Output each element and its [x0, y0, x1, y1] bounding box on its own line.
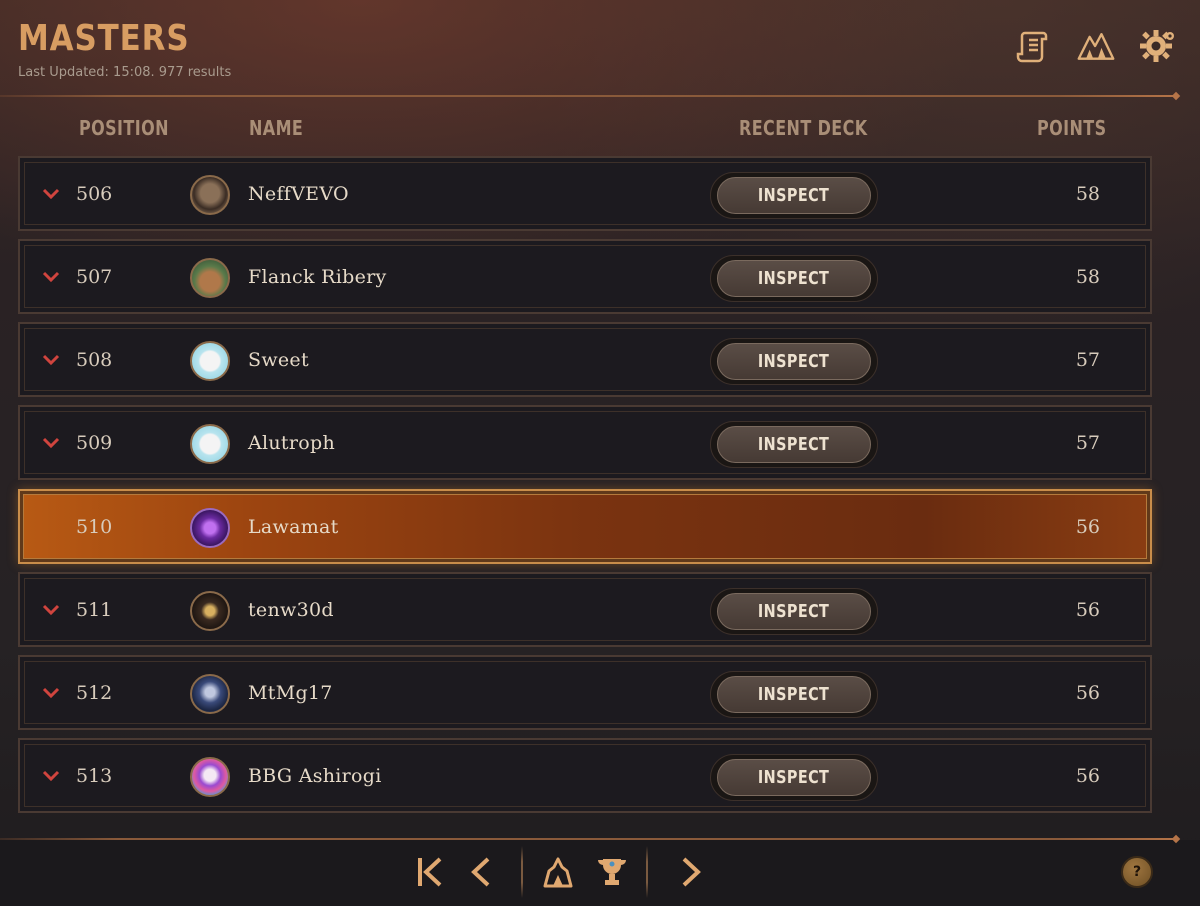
column-header-points: POINTS [1037, 116, 1107, 140]
inspect-label: INSPECT [758, 268, 830, 289]
row-points: 57 [1075, 349, 1100, 371]
inspect-deck-button[interactable]: INSPECT [710, 754, 878, 801]
inspect-deck-button[interactable]: INSPECT [710, 338, 878, 385]
avatar [190, 591, 230, 631]
leaderboard-row[interactable]: 511 tenw30d INSPECT 56 [18, 572, 1152, 647]
rank-down-icon [42, 188, 60, 200]
header-divider [0, 95, 1176, 97]
row-position: 512 [76, 682, 113, 704]
row-position: 511 [76, 599, 113, 621]
inspect-label: INSPECT [758, 767, 830, 788]
leaderboard-row[interactable]: 508 Sweet INSPECT 57 [18, 322, 1152, 397]
player-name: Lawamat [248, 516, 339, 538]
leaderboard-row[interactable]: 507 Flanck Ribery INSPECT 58 [18, 239, 1152, 314]
inspect-label: INSPECT [758, 601, 830, 622]
row-position: 506 [76, 183, 113, 205]
leaderboard-row-current-player[interactable]: 510 Lawamat 56 [18, 489, 1152, 564]
page-title: MASTERS [18, 18, 190, 59]
avatar [190, 674, 230, 714]
row-points: 56 [1075, 599, 1100, 621]
rank-down-icon [42, 604, 60, 616]
avatar [190, 175, 230, 215]
first-page-icon[interactable] [410, 850, 450, 894]
rank-down-icon [42, 437, 60, 449]
player-name: MtMg17 [248, 682, 333, 704]
player-name: tenw30d [248, 599, 334, 621]
avatar [190, 258, 230, 298]
pager-separator [646, 846, 648, 898]
rank-down-icon [42, 770, 60, 782]
inspect-deck-button[interactable]: INSPECT [710, 671, 878, 718]
player-name: Sweet [248, 349, 309, 371]
region-icon[interactable] [538, 850, 578, 894]
rank-down-icon [42, 687, 60, 699]
leaderboard-row[interactable]: 509 Alutroph INSPECT 57 [18, 405, 1152, 480]
next-page-icon[interactable] [670, 850, 710, 894]
footer-divider [0, 838, 1176, 840]
inspect-label: INSPECT [758, 684, 830, 705]
pager-separator [521, 846, 523, 898]
leaderboard-row[interactable]: 513 BBG Ashirogi INSPECT 56 [18, 738, 1152, 813]
top-toolbar [1014, 26, 1178, 66]
column-header-name: NAME [249, 116, 304, 140]
player-name: BBG Ashirogi [248, 765, 382, 787]
rank-down-icon [42, 354, 60, 366]
prev-page-icon[interactable] [460, 850, 500, 894]
last-updated-text: Last Updated: 15:08. 977 results [18, 65, 232, 80]
avatar [190, 341, 230, 381]
row-position: 507 [76, 266, 113, 288]
avatar [190, 757, 230, 797]
leaderboard-row[interactable]: 506 NeffVEVO INSPECT 58 [18, 156, 1152, 231]
leaderboard-row[interactable]: 512 MtMg17 INSPECT 56 [18, 655, 1152, 730]
player-name: Flanck Ribery [248, 266, 387, 288]
row-points: 58 [1075, 266, 1100, 288]
row-position: 513 [76, 765, 113, 787]
help-button[interactable]: ? [1121, 856, 1153, 888]
trophy-icon[interactable] [592, 850, 632, 894]
player-name: NeffVEVO [248, 183, 349, 205]
row-position: 508 [76, 349, 113, 371]
inspect-deck-button[interactable]: INSPECT [710, 588, 878, 635]
scroll-icon[interactable] [1014, 26, 1054, 66]
column-header-recent-deck: RECENT DECK [739, 116, 868, 140]
row-position: 509 [76, 432, 113, 454]
row-points: 57 [1075, 432, 1100, 454]
row-points: 56 [1075, 682, 1100, 704]
header: MASTERS Last Updated: 15:08. 977 results [0, 0, 1200, 96]
avatar [190, 508, 230, 548]
inspect-deck-button[interactable]: INSPECT [710, 255, 878, 302]
mountain-peaks-icon[interactable] [1076, 26, 1116, 66]
inspect-label: INSPECT [758, 434, 830, 455]
inspect-label: INSPECT [758, 351, 830, 372]
inspect-label: INSPECT [758, 185, 830, 206]
rank-down-icon [42, 271, 60, 283]
row-points: 56 [1075, 765, 1100, 787]
player-name: Alutroph [248, 432, 335, 454]
row-points: 58 [1075, 183, 1100, 205]
column-header-position: POSITION [79, 116, 169, 140]
gear-icon[interactable] [1138, 26, 1178, 66]
avatar [190, 424, 230, 464]
row-points: 56 [1075, 516, 1100, 538]
row-position: 510 [76, 516, 113, 538]
inspect-deck-button[interactable]: INSPECT [710, 172, 878, 219]
inspect-deck-button[interactable]: INSPECT [710, 421, 878, 468]
